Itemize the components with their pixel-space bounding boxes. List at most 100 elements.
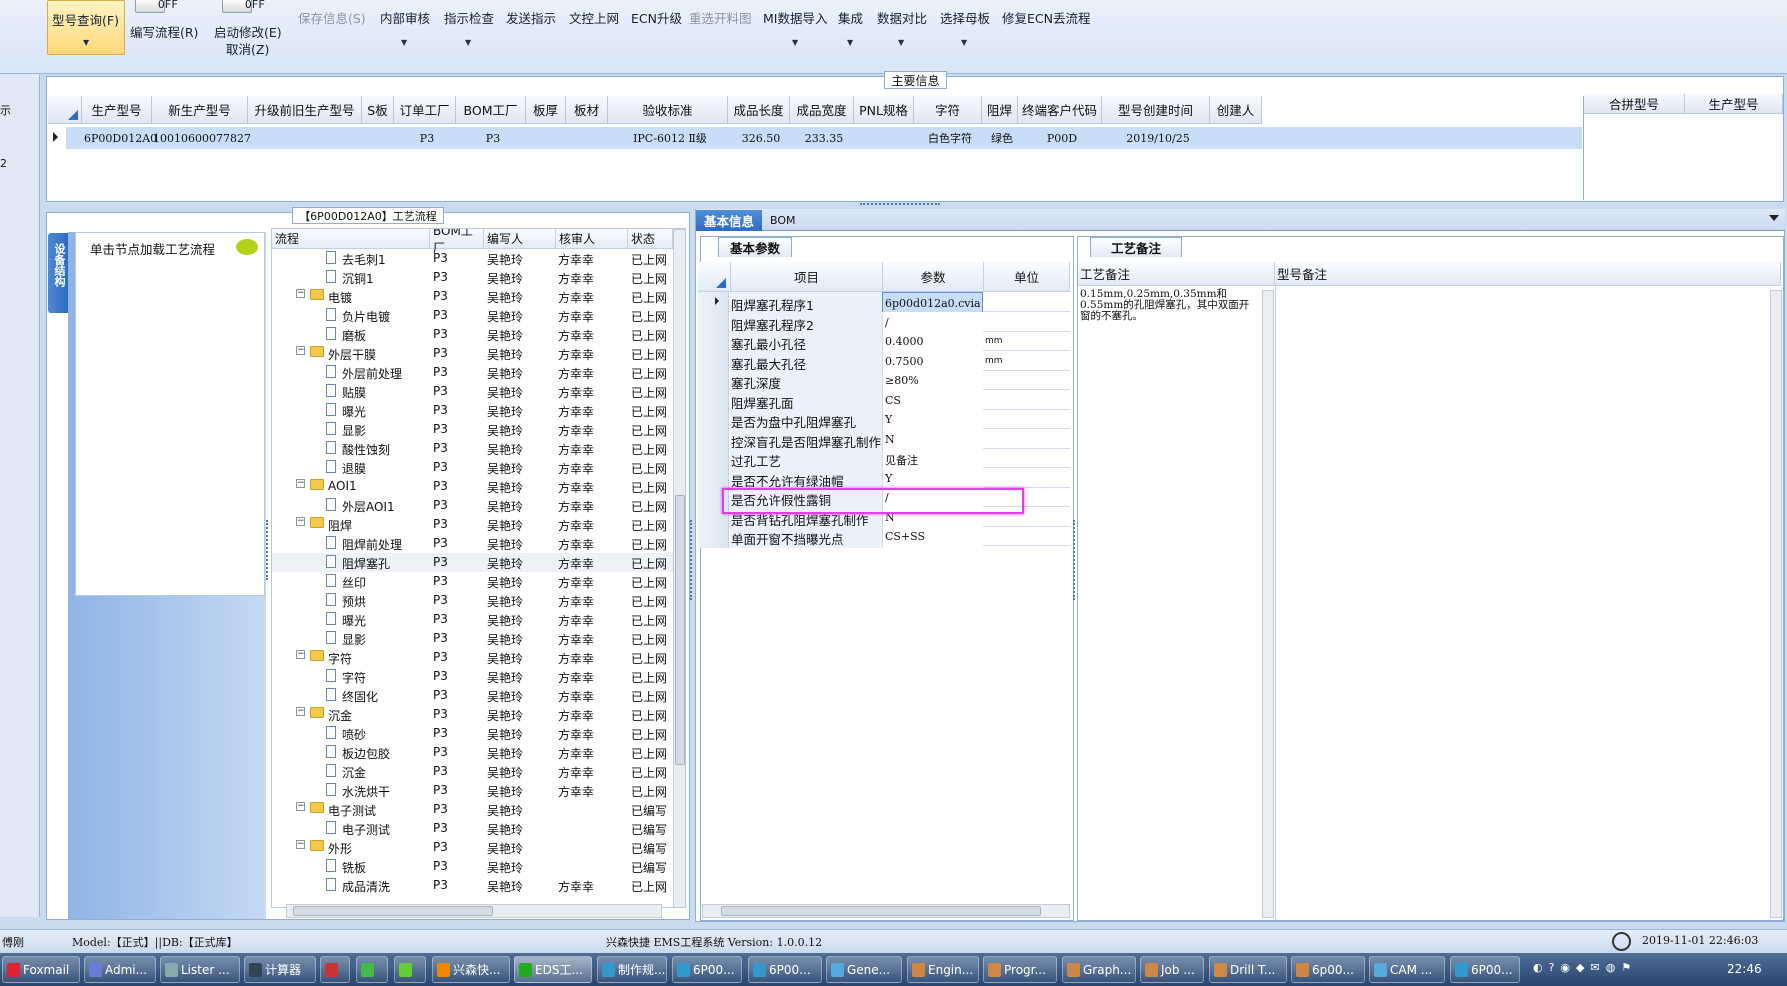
process-tree-row[interactable]: 去毛刺1 P3 吴艳玲 方幸幸 已上网 [272, 249, 685, 268]
process-tree-row[interactable]: 终固化 P3 吴艳玲 方幸幸 已上网 [272, 686, 685, 705]
main-info-cell[interactable] [528, 128, 568, 148]
process-tree-row[interactable]: 磨板 P3 吴艳玲 方幸幸 已上网 [272, 325, 685, 344]
internal-review-button[interactable]: 内部审核 [380, 8, 430, 27]
collapse-toggle-icon[interactable]: − [296, 707, 305, 716]
model-remarks-header[interactable]: 型号备注 [1275, 262, 1781, 286]
process-tree-row[interactable]: − 电子测试 P3 吴艳玲 已编写 [272, 800, 685, 819]
param-header[interactable]: 参数 [883, 262, 984, 292]
send-indicator-button[interactable]: 发送指示 [506, 8, 556, 27]
taskbar-item[interactable]: 6p00... [1291, 956, 1365, 983]
collapse-toggle-icon[interactable]: − [296, 479, 305, 488]
taskbar-item[interactable]: 计算器 [244, 956, 316, 983]
item-header[interactable]: 项目 [731, 262, 883, 292]
writer-header[interactable]: 编写人 [484, 229, 556, 249]
taskbar-item[interactable]: 兴森快... [432, 956, 510, 983]
process-remarks-header[interactable]: 工艺备注 [1078, 262, 1275, 286]
main-info-cell[interactable]: 326.50 [730, 128, 792, 148]
process-tree-row[interactable]: − 外形 P3 吴艳玲 已编写 [272, 838, 685, 857]
main-info-col-header[interactable]: BOM工厂 [456, 96, 526, 124]
indicator-check-button[interactable]: 指示检查 [444, 8, 494, 27]
mi-import-button[interactable]: MI数据导入 [763, 8, 827, 27]
process-tree-row[interactable]: 曝光 P3 吴艳玲 方幸幸 已上网 [272, 401, 685, 420]
main-info-cell[interactable] [364, 128, 396, 148]
chevron-down-icon[interactable]: ▼ [847, 38, 853, 47]
integrate-button[interactable]: 集成 [838, 8, 863, 27]
param-row[interactable]: 塞孔最大孔径 0.7500 mm [698, 350, 1070, 373]
taskbar-item[interactable] [356, 956, 388, 983]
param-row[interactable]: 过孔工艺 见备注 [698, 448, 1070, 470]
taskbar-item[interactable]: Admi... [84, 956, 156, 983]
main-info-col-header[interactable]: 新生产型号 [152, 96, 248, 124]
process-tree-row[interactable]: 负片电镀 P3 吴艳玲 方幸幸 已上网 [272, 306, 685, 325]
left-nav-item[interactable]: 示 [0, 102, 11, 118]
main-info-cell[interactable] [856, 128, 916, 148]
scrollbar-thumb[interactable] [675, 495, 685, 765]
main-info-cell[interactable]: 6P00D012A0 [84, 128, 157, 148]
ecn-upgrade-button[interactable]: ECN升级 [631, 8, 682, 27]
param-row[interactable]: 单面开窗不挡曝光点 CS+SS [698, 526, 1070, 548]
production-model-header[interactable]: 生产型号 [1685, 94, 1783, 114]
main-info-cell[interactable] [1212, 128, 1264, 148]
process-tree-row[interactable]: 阻焊塞孔 P3 吴艳玲 方幸幸 已上网 [272, 553, 685, 572]
param-value[interactable]: 0.7500 [882, 350, 983, 372]
taskbar-item[interactable]: Engin... [907, 956, 979, 983]
chevron-down-icon[interactable]: ▼ [465, 38, 471, 47]
select-mother-board-button[interactable]: 选择母板 [940, 8, 990, 27]
process-tree-row[interactable]: − AOI1 P3 吴艳玲 方幸幸 已上网 [272, 477, 685, 496]
collapse-toggle-icon[interactable]: − [296, 650, 305, 659]
taskbar-item[interactable]: Lister ... [160, 956, 240, 983]
param-row[interactable]: 是否不允许有绿油帽 Y [698, 467, 1070, 490]
bom-factory-header[interactable]: BOM工厂 [430, 229, 484, 255]
main-info-col-header[interactable]: S板 [362, 96, 394, 124]
taskbar-item[interactable]: Graph... [1062, 956, 1136, 983]
process-tree-row[interactable]: 外层前处理 P3 吴艳玲 方幸幸 已上网 [272, 363, 685, 382]
main-info-col-header[interactable]: PNL规格 [854, 96, 914, 124]
param-value[interactable]: 见备注 [882, 448, 983, 469]
chevron-down-icon[interactable]: ▼ [401, 38, 407, 47]
param-row[interactable]: 阻焊塞孔程序1 6p00d012a0.cvia [698, 292, 1070, 314]
main-info-cell[interactable]: 10010600077827 [153, 128, 251, 148]
process-tree-row[interactable]: 显影 P3 吴艳玲 方幸幸 已上网 [272, 629, 685, 648]
left-nav-item[interactable]: 2 [0, 157, 7, 170]
scrollbar-thumb[interactable] [293, 906, 493, 916]
process-tree-row[interactable]: 酸性蚀刻 P3 吴艳玲 方幸幸 已上网 [272, 439, 685, 458]
process-tree-row[interactable]: 贴膜 P3 吴艳玲 方幸幸 已上网 [272, 382, 685, 401]
taskbar-item[interactable]: EDS工... [514, 956, 592, 983]
main-info-col-header[interactable]: 板厚 [526, 96, 566, 124]
process-tree-row[interactable]: 沉铜1 P3 吴艳玲 方幸幸 已上网 [272, 268, 685, 287]
collapse-toggle-icon[interactable]: − [296, 517, 305, 526]
main-info-cell[interactable] [250, 128, 364, 148]
taskbar-item[interactable] [320, 956, 350, 983]
param-value[interactable]: 0.4000 [882, 331, 983, 352]
process-tree-row[interactable]: 沉金 P3 吴艳玲 方幸幸 已上网 [272, 762, 685, 781]
collapse-toggle-icon[interactable]: − [296, 346, 305, 355]
start-edit-toggle[interactable]: OFF [222, 0, 265, 13]
upload-button[interactable]: 文控上网 [569, 8, 619, 27]
taskbar-item[interactable]: Progr... [983, 956, 1057, 983]
main-info-cell[interactable]: 2019/10/25 [1104, 128, 1212, 148]
write-flow-toggle[interactable]: OFF [135, 0, 178, 13]
unit-header[interactable]: 单位 [984, 262, 1070, 292]
process-tree-row[interactable]: 阻焊前处理 P3 吴艳玲 方幸幸 已上网 [272, 534, 685, 553]
merge-model-header[interactable]: 合拼型号 [1584, 94, 1685, 114]
taskbar-item[interactable]: 制作规... [597, 956, 667, 983]
main-info-col-header[interactable]: 验收标准 [608, 96, 728, 124]
flow-header[interactable]: 流程 [272, 229, 430, 249]
param-value[interactable]: Y [882, 467, 983, 489]
process-tree-row[interactable]: 丝印 P3 吴艳玲 方幸幸 已上网 [272, 572, 685, 591]
param-value[interactable]: N [882, 428, 983, 450]
speech-bubble-icon[interactable] [236, 239, 258, 255]
param-row[interactable]: 阻焊塞孔程序2/ [698, 311, 1070, 334]
main-info-col-header[interactable]: 终端客户代码 [1018, 96, 1102, 124]
param-row[interactable]: 阻焊塞孔面 CS [698, 389, 1070, 412]
taskbar-clock[interactable]: 22:46 [1727, 962, 1762, 976]
param-value[interactable]: Y [882, 409, 983, 430]
vertical-scrollbar[interactable] [1770, 290, 1782, 918]
scrollbar-thumb[interactable] [721, 906, 1041, 916]
cancel-button[interactable]: 取消(Z) [226, 39, 269, 58]
process-tree-row[interactable]: 铣板 P3 吴艳玲 已编写 [272, 857, 685, 876]
main-info-col-header[interactable]: 型号创建时间 [1102, 96, 1210, 124]
splitter-handle[interactable] [266, 520, 270, 580]
main-info-col-header[interactable]: 订单工厂 [394, 96, 456, 124]
process-tree-row[interactable]: − 外层干膜 P3 吴艳玲 方幸幸 已上网 [272, 344, 685, 363]
